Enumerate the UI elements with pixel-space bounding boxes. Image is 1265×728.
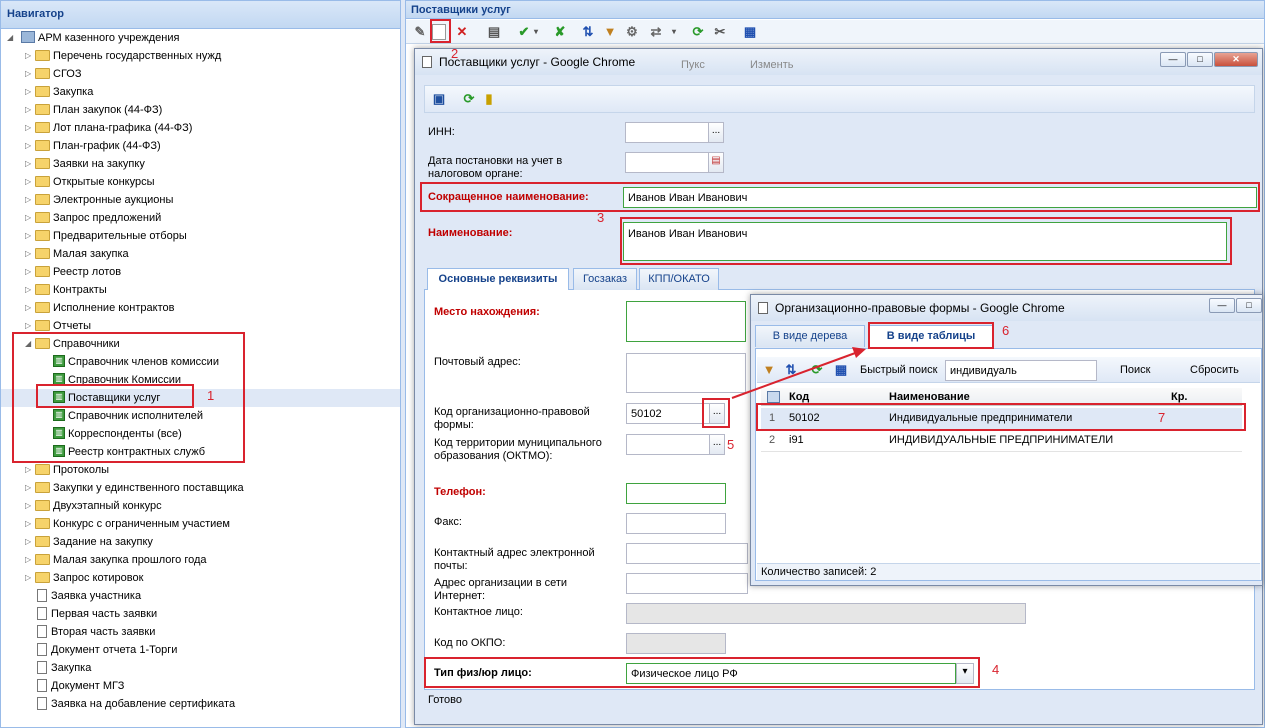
annotation-5: 5	[727, 437, 735, 452]
annotation-6: 6	[1002, 323, 1010, 338]
annotation-4: 4	[992, 662, 1000, 677]
annotation-3: 3	[597, 210, 605, 225]
annotation-1: 1	[207, 388, 215, 403]
annotation-2: 2	[451, 46, 459, 61]
annotation-arrow	[731, 347, 866, 399]
annotation-7: 7	[1158, 410, 1166, 425]
